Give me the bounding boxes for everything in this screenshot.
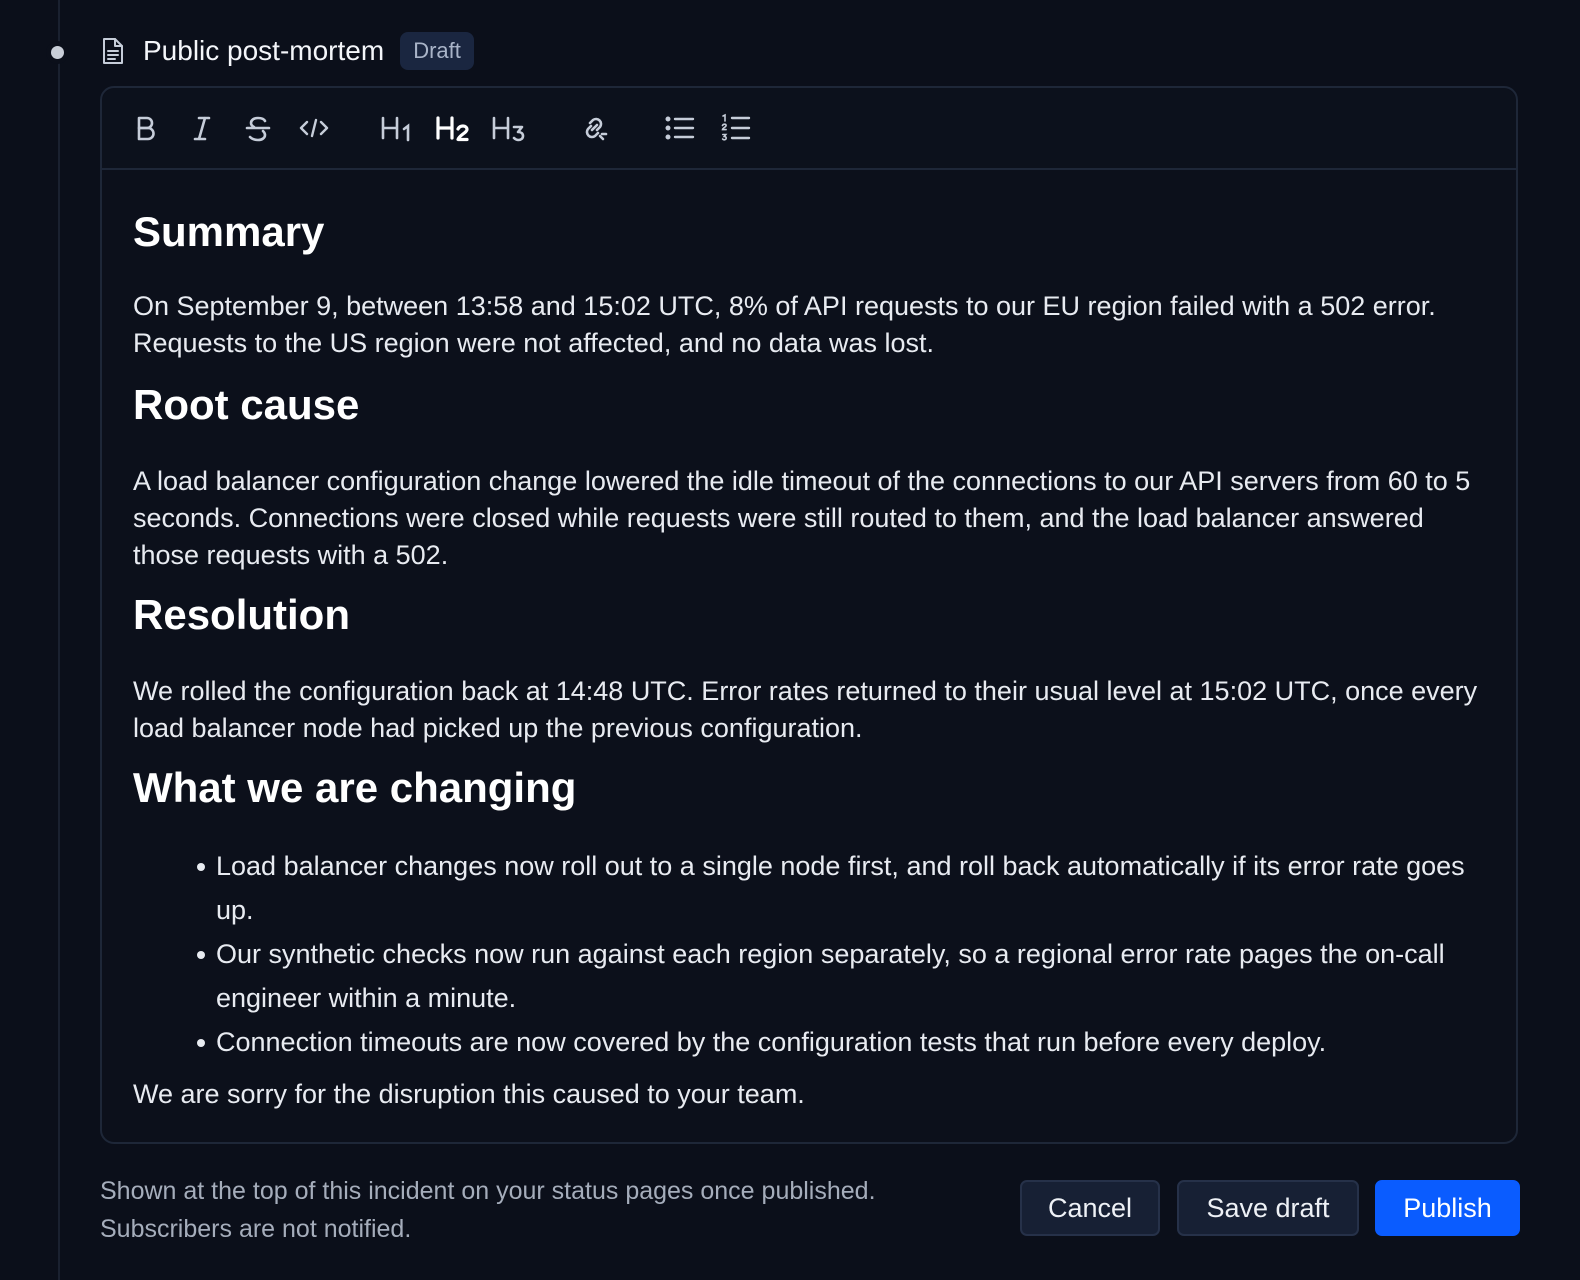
summary-paragraph: On September 9, between 13:58 and 15:02 …	[133, 291, 1436, 358]
bullet-list-icon	[665, 115, 695, 141]
help-text-line: Subscribers are not notified.	[100, 1215, 412, 1243]
resolution-body: We rolled the configuration back at 14:4…	[133, 673, 1493, 747]
code-button[interactable]	[294, 108, 334, 148]
resolution-section: Resolution	[133, 591, 1493, 639]
resolution-paragraph: We rolled the configuration back at 14:4…	[133, 676, 1478, 743]
root-cause-paragraph: A load balancer configuration change low…	[133, 466, 1471, 570]
closing-body: We are sorry for the disruption this cau…	[133, 1076, 1493, 1113]
bold-icon	[133, 114, 159, 142]
timeline-dot	[51, 46, 64, 59]
save-draft-button[interactable]: Save draft	[1177, 1180, 1359, 1236]
heading-1-button[interactable]	[378, 108, 418, 148]
timeline-line	[58, 0, 60, 1280]
summary-section: Summary	[133, 208, 1493, 256]
resolution-heading: Resolution	[133, 591, 350, 638]
heading-3-icon	[491, 114, 529, 142]
heading-2-button[interactable]	[434, 108, 474, 148]
list-item: Our synthetic checks now run against eac…	[133, 932, 1493, 1020]
italic-icon	[189, 114, 215, 142]
page-title: Public post-mortem	[143, 35, 385, 66]
rich-text-editor[interactable]: Summary On September 9, between 13:58 an…	[100, 86, 1518, 1144]
changes-list: Load balancer changes now roll out to a …	[133, 844, 1493, 1064]
link-icon	[579, 113, 609, 143]
strikethrough-button[interactable]	[238, 108, 278, 148]
post-mortem-header: Public post-mortem Draft	[100, 30, 474, 72]
list-item: Load balancer changes now roll out to a …	[133, 844, 1493, 932]
changes-heading: What we are changing	[133, 764, 577, 811]
summary-heading: Summary	[133, 208, 325, 255]
bold-button[interactable]	[126, 108, 166, 148]
heading-1-icon	[380, 114, 416, 142]
publish-button[interactable]: Publish	[1375, 1180, 1520, 1236]
list-item: Connection timeouts are now covered by t…	[133, 1020, 1493, 1064]
code-icon	[299, 116, 329, 140]
bullet-list-button[interactable]	[660, 108, 700, 148]
strikethrough-icon	[244, 114, 272, 142]
changes-list-wrap: Load balancer changes now roll out to a …	[133, 844, 1493, 1064]
closing-paragraph: We are sorry for the disruption this cau…	[133, 1079, 805, 1109]
changes-section: What we are changing	[133, 764, 1493, 812]
editor-toolbar	[102, 88, 1516, 170]
heading-2-icon	[435, 114, 473, 142]
summary-body: On September 9, between 13:58 and 15:02 …	[133, 288, 1493, 362]
root-cause-body: A load balancer configuration change low…	[133, 463, 1493, 574]
numbered-list-button[interactable]	[716, 108, 756, 148]
status-badge: Draft	[400, 32, 474, 70]
cancel-button[interactable]: Cancel	[1020, 1180, 1160, 1236]
heading-3-button[interactable]	[490, 108, 530, 148]
help-text-line: Shown at the top of this incident on you…	[100, 1177, 876, 1205]
publish-help-text: Shown at the top of this incident on you…	[100, 1172, 1000, 1248]
link-button[interactable]	[574, 108, 614, 148]
root-cause-section: Root cause	[133, 381, 1493, 429]
root-cause-heading: Root cause	[133, 381, 360, 428]
italic-button[interactable]	[182, 108, 222, 148]
numbered-list-icon	[721, 113, 751, 143]
document-icon	[100, 37, 126, 65]
